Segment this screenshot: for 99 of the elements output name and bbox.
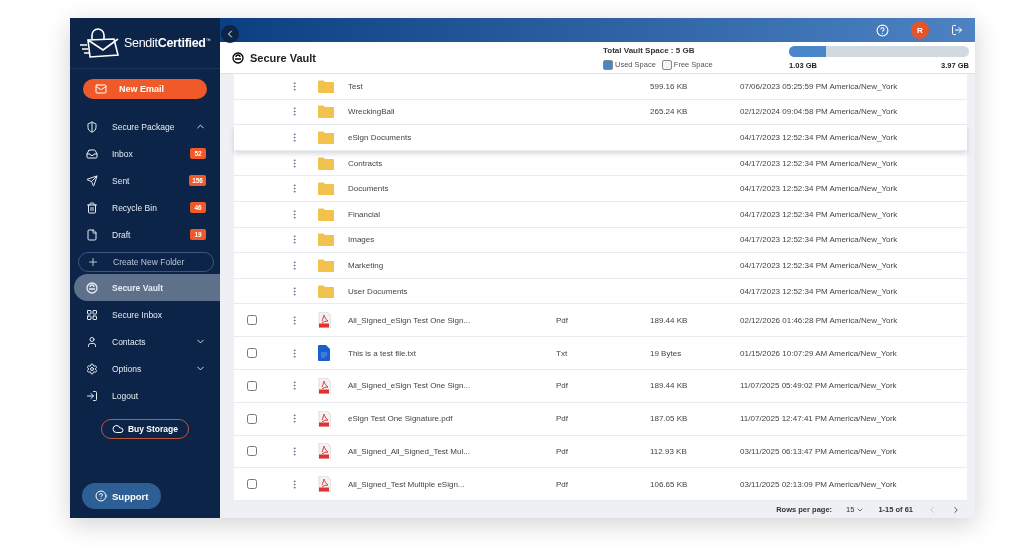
sidebar-item[interactable]: Options [70, 355, 220, 382]
modified-date: 03/11/2025 06:13:47 PM America/New_York [740, 446, 898, 456]
pdf-file-icon [318, 476, 331, 493]
help-icon [95, 490, 107, 502]
sidebar-item[interactable]: Contacts [70, 328, 220, 355]
logo-text: SenditCertified$^{™}$ [124, 36, 211, 50]
file-size: 265.24 KB [650, 107, 688, 117]
pdf-file-icon [318, 410, 331, 427]
logo-icon [80, 27, 122, 59]
file-size: 189.44 KB [650, 381, 688, 391]
shield-icon [86, 120, 98, 133]
modified-date: 01/15/2026 10:07:29 AM America/New_York [740, 348, 898, 358]
send-icon [86, 174, 98, 187]
grid-icon [86, 308, 98, 321]
file-name[interactable]: All_Signed_Test Multiple eSign... [348, 479, 556, 489]
file-name[interactable]: Contracts [348, 158, 556, 168]
vault-icon [232, 51, 244, 64]
trash-icon [86, 201, 98, 214]
storage-title: Total Vault Space : 5 GB [603, 45, 696, 55]
file-name[interactable]: All_Signed_eSign Test One Sign... [348, 381, 556, 391]
file-size: 112.93 KB [650, 446, 687, 456]
file-size: 19 Bytes [650, 348, 682, 358]
file-name[interactable]: Documents [348, 184, 556, 194]
folder-icon [318, 284, 334, 298]
help-icon[interactable] [876, 23, 889, 37]
pdf-file-icon [318, 312, 331, 329]
avatar[interactable]: R [911, 21, 929, 40]
file-name[interactable]: Financial [348, 209, 556, 219]
modified-date: 11/07/2025 12:47:41 PM America/New_York [740, 414, 898, 424]
file-type: Pdf [556, 446, 568, 456]
chevron-left-icon [927, 504, 937, 515]
modified-date: 07/06/2023 05:25:59 PM America/New_York [740, 81, 899, 91]
file-name[interactable]: All_Signed_eSign Test One Sign... [348, 315, 556, 325]
file-name[interactable]: User Documents [348, 286, 556, 296]
row-checkbox[interactable] [247, 348, 257, 359]
highlighted-row[interactable]: eSign Documents 04/17/2023 12:52:34 PM America/New_York [234, 125, 967, 151]
user-icon [86, 335, 98, 348]
sidebar-item[interactable]: Logout [70, 382, 220, 409]
folder-icon [318, 259, 334, 272]
folder-icon [318, 207, 334, 221]
modified-date: 04/17/2023 12:52:34 PM America/New_York [740, 158, 899, 168]
file-name[interactable]: Marketing [348, 261, 556, 270]
document-icon [318, 345, 330, 362]
folder-icon [318, 79, 334, 93]
file-name[interactable]: All_Signed_All_Signed_Test Mul... [348, 446, 556, 456]
pdf-file-icon [318, 377, 331, 394]
row-checkbox[interactable] [247, 413, 257, 424]
gear-icon [86, 362, 98, 375]
modified-date: 04/17/2023 12:52:34 PM America/New_York [740, 235, 899, 245]
modified-date: 04/17/2023 12:52:34 PM America/New_York [740, 209, 899, 219]
modified-date: 03/11/2025 02:13:09 PM America/New_York [740, 479, 898, 489]
login-icon [86, 389, 98, 402]
file-type: Pdf [556, 479, 568, 489]
row-checkbox[interactable] [247, 446, 257, 457]
file-name[interactable]: Images [348, 235, 556, 245]
modified-date: 02/12/2024 09:04:58 PM America/New_York [740, 107, 899, 117]
modified-date: 04/17/2023 12:52:34 PM America/New_York [740, 184, 899, 194]
file-name[interactable]: This is a test file.txt [348, 348, 556, 358]
file-icon [86, 228, 98, 241]
support-button[interactable]: Support [82, 483, 162, 509]
file-type: Pdf [556, 381, 568, 391]
folder-icon [318, 131, 334, 145]
file-type: Pdf [556, 315, 568, 325]
plus-icon [87, 256, 99, 268]
file-name[interactable]: WreckingBall [348, 107, 556, 117]
next-page-button[interactable] [951, 504, 961, 515]
file-size: 187.05 KB [650, 414, 688, 424]
file-size: 599.16 KB [650, 81, 688, 91]
sidebar-item[interactable]: Secure Inbox [70, 301, 220, 328]
file-size: 189.44 KB [650, 315, 688, 325]
row-checkbox[interactable] [247, 380, 257, 391]
folder-icon [318, 156, 334, 170]
folder-icon [318, 233, 334, 247]
logout-icon[interactable] [951, 24, 963, 37]
sidebar-item[interactable]: Secure Vault [74, 274, 220, 301]
folder-icon [318, 105, 334, 119]
file-name[interactable]: Test [348, 81, 556, 91]
pdf-file-icon [318, 443, 331, 460]
previous-page-button[interactable] [927, 504, 937, 515]
file-type: Txt [556, 348, 568, 358]
modified-date: 04/17/2023 12:52:34 PM America/New_York [740, 286, 899, 296]
folder-icon [318, 182, 334, 196]
modified-date: 04/17/2023 12:52:34 PM America/New_York [740, 133, 899, 143]
page-title: Secure Vault [250, 51, 318, 64]
file-name[interactable]: eSign Test One Signature.pdf [348, 414, 556, 424]
inbox-icon [86, 147, 98, 160]
file-size: 106.65 KB [650, 479, 688, 489]
modified-date: 04/17/2023 12:52:34 PM America/New_York [740, 261, 899, 270]
row-checkbox[interactable] [247, 315, 257, 326]
file-name[interactable]: eSign Documents [348, 133, 556, 143]
file-type: Pdf [556, 414, 568, 424]
sidebar-item[interactable]: Secure Package [70, 113, 220, 140]
modified-date: 11/07/2025 05:49:02 PM America/New_York [740, 381, 898, 391]
cloud-icon [111, 423, 124, 435]
mail-icon [95, 83, 107, 95]
chevron-right-icon [951, 504, 961, 515]
row-checkbox[interactable] [247, 479, 257, 490]
modified-date: 02/12/2026 01:46:28 PM America/New_York [740, 315, 899, 325]
vault-icon [86, 281, 98, 294]
